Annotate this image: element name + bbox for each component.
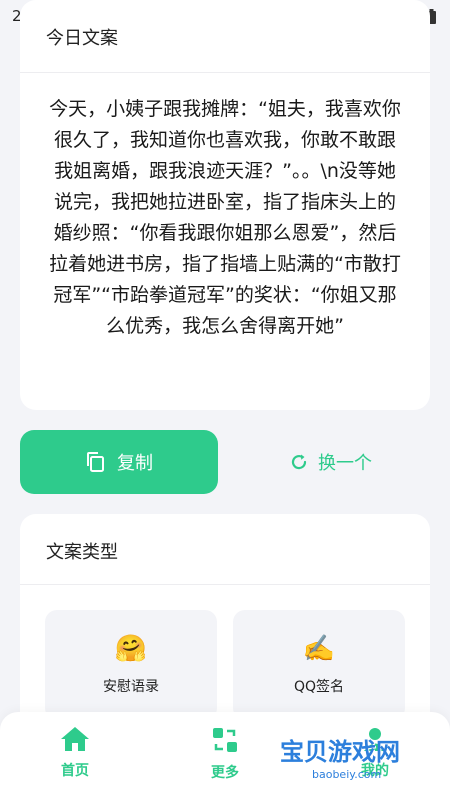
daily-copy-text: 今天，小姨子跟我摊牌：“姐夫，我喜欢你很久了，我知道你也喜欢我，你敢不敢跟我姐离…	[49, 98, 401, 337]
type-tile-label: QQ签名	[293, 679, 345, 695]
hugging-face-icon: 🤗	[114, 634, 148, 664]
divider	[20, 72, 430, 73]
nav-label: 首页	[61, 763, 89, 779]
home-icon	[61, 727, 89, 751]
change-button[interactable]: 换一个	[232, 430, 430, 494]
bottom-nav: 首页 更多 我的	[0, 712, 450, 800]
refresh-icon	[291, 454, 307, 470]
divider	[20, 584, 430, 585]
nav-item-home[interactable]: 首页	[30, 726, 120, 780]
copy-button[interactable]: 复制	[20, 430, 218, 494]
copy-button-label: 复制	[117, 453, 153, 474]
type-tile-label: 安慰语录	[103, 679, 159, 695]
daily-copy-card: 今日文案 今天，小姨子跟我摊牌：“姐夫，我喜欢你很久了，我知道你也喜欢我，你敢不…	[20, 0, 430, 410]
more-icon	[213, 728, 237, 752]
nav-item-mine[interactable]: 我的	[330, 726, 420, 780]
nav-label: 更多	[211, 765, 239, 781]
nav-item-more[interactable]: 更多	[180, 726, 270, 782]
type-tile-qq-signature[interactable]: ✍️ QQ签名	[233, 610, 405, 720]
daily-copy-title: 今日文案	[46, 28, 118, 49]
nav-label: 我的	[361, 763, 389, 779]
change-button-label: 换一个	[318, 453, 372, 474]
writing-hand-icon: ✍️	[302, 634, 336, 664]
copy-types-title: 文案类型	[46, 542, 118, 563]
copy-icon	[87, 452, 104, 472]
user-icon	[364, 728, 386, 751]
type-tile-comfort[interactable]: 🤗 安慰语录	[45, 610, 217, 720]
